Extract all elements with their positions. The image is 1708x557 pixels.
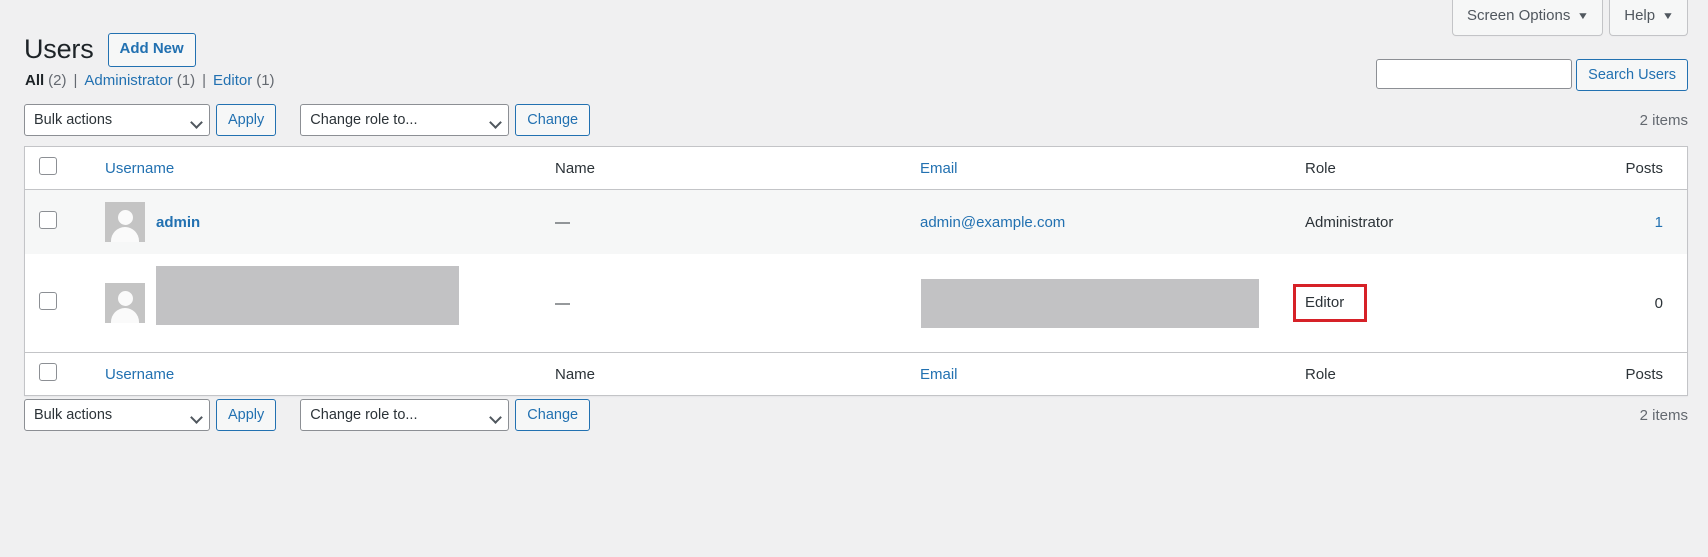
row-select-cell bbox=[25, 254, 95, 352]
select-all-header-bottom bbox=[25, 352, 95, 395]
change-role-select-bottom[interactable]: Change role to... bbox=[300, 399, 510, 431]
row-name-cell: — bbox=[545, 254, 910, 352]
row-username-cell bbox=[95, 254, 545, 352]
chevron-down-icon: ▼ bbox=[1661, 10, 1675, 22]
row-posts-cell: 1 bbox=[1565, 190, 1687, 254]
screen-meta-links: Screen Options ▼ Help ▼ bbox=[1451, 0, 1688, 36]
column-header-name-bottom: Name bbox=[545, 352, 910, 395]
select-all-checkbox-bottom[interactable] bbox=[39, 363, 57, 381]
table-header-row: Username Name Email Role Posts bbox=[25, 147, 1687, 190]
bulk-actions-group-top: Bulk actions Apply bbox=[24, 104, 277, 136]
row-checkbox[interactable] bbox=[39, 211, 57, 229]
search-users-button[interactable]: Search Users bbox=[1576, 59, 1688, 91]
users-table-foot: Username Name Email Role Posts bbox=[25, 352, 1687, 395]
chevron-down-icon: ▼ bbox=[1577, 10, 1590, 22]
change-role-button-bottom[interactable]: Change bbox=[515, 399, 591, 431]
row-role-cell: Editor bbox=[1293, 254, 1565, 352]
select-all-checkbox-top[interactable] bbox=[39, 157, 57, 175]
column-header-role-bottom: Role bbox=[1295, 352, 1565, 395]
users-table-head: Username Name Email Role Posts bbox=[25, 147, 1687, 190]
user-identity bbox=[105, 266, 535, 325]
role-filter-links: All (2) | Administrator (1) | Editor (1) bbox=[25, 72, 275, 89]
apply-button-top[interactable]: Apply bbox=[216, 104, 277, 136]
avatar bbox=[105, 202, 145, 242]
column-header-role-top: Role bbox=[1295, 147, 1565, 190]
tablenav-bottom: Bulk actions Apply Change role to... Cha… bbox=[24, 399, 1688, 431]
users-table: Username Name Email Role Posts admin — a… bbox=[24, 146, 1688, 396]
row-checkbox[interactable] bbox=[39, 292, 57, 310]
column-header-name-top: Name bbox=[545, 147, 910, 190]
filter-separator: | bbox=[73, 72, 78, 89]
avatar-head-shape bbox=[117, 291, 133, 306]
filter-editor-link[interactable]: Editor bbox=[213, 72, 252, 89]
column-header-username-bottom[interactable]: Username bbox=[95, 352, 545, 395]
table-row: — Editor 0 bbox=[25, 254, 1687, 352]
change-role-group-bottom: Change role to... Change bbox=[300, 399, 591, 431]
email-link[interactable]: admin@example.com bbox=[920, 214, 1065, 231]
bulk-actions-select-wrap-bottom: Bulk actions bbox=[24, 399, 210, 431]
row-username-cell: admin bbox=[95, 190, 545, 254]
column-header-username-top[interactable]: Username bbox=[95, 147, 545, 190]
select-all-header-top bbox=[25, 147, 95, 190]
displaying-num-top: 2 items bbox=[1639, 111, 1688, 129]
search-input[interactable] bbox=[1376, 59, 1573, 89]
row-posts-cell: 0 bbox=[1565, 254, 1687, 352]
table-footer-row: Username Name Email Role Posts bbox=[25, 352, 1687, 395]
change-role-group-top: Change role to... Change bbox=[300, 104, 591, 136]
avatar bbox=[105, 283, 145, 323]
avatar-body-shape bbox=[111, 227, 139, 242]
help-button[interactable]: Help ▼ bbox=[1609, 0, 1688, 36]
row-email-cell bbox=[910, 254, 1295, 352]
row-select-cell bbox=[25, 190, 95, 254]
avatar-body-shape bbox=[111, 308, 139, 323]
help-label: Help bbox=[1624, 7, 1656, 24]
search-box: Search Users bbox=[1376, 59, 1688, 91]
page-title: Users bbox=[24, 34, 94, 65]
username-link[interactable]: admin bbox=[156, 214, 200, 231]
avatar-head-shape bbox=[117, 210, 133, 225]
column-header-posts-top: Posts bbox=[1565, 147, 1687, 190]
screen-options-button[interactable]: Screen Options ▼ bbox=[1451, 0, 1604, 36]
filter-administrator-count: (1) bbox=[176, 72, 196, 89]
filter-editor-count: (1) bbox=[256, 72, 275, 89]
table-row: admin — admin@example.com Administrator … bbox=[25, 190, 1687, 254]
filter-all-link[interactable]: All bbox=[25, 72, 44, 89]
row-role-cell: Administrator bbox=[1295, 190, 1565, 254]
column-header-email-bottom[interactable]: Email bbox=[910, 352, 1295, 395]
redacted-username-block bbox=[156, 266, 459, 325]
role-highlight-box: Editor bbox=[1293, 284, 1368, 322]
bulk-actions-select-top[interactable]: Bulk actions bbox=[24, 104, 210, 136]
column-header-email-top[interactable]: Email bbox=[910, 147, 1295, 190]
apply-button-bottom[interactable]: Apply bbox=[216, 399, 277, 431]
filter-administrator-link[interactable]: Administrator bbox=[84, 72, 172, 89]
column-header-posts-bottom: Posts bbox=[1565, 352, 1687, 395]
bulk-actions-select-bottom[interactable]: Bulk actions bbox=[24, 399, 210, 431]
filter-all-count: (2) bbox=[48, 72, 67, 89]
change-role-select-top[interactable]: Change role to... bbox=[300, 104, 510, 136]
change-role-button-top[interactable]: Change bbox=[515, 104, 591, 136]
posts-count-link[interactable]: 1 bbox=[1655, 214, 1663, 231]
bulk-actions-group-bottom: Bulk actions Apply bbox=[24, 399, 277, 431]
row-email-cell: admin@example.com bbox=[910, 190, 1295, 254]
bulk-actions-select-wrap-top: Bulk actions bbox=[24, 104, 210, 136]
change-role-select-wrap-top: Change role to... bbox=[300, 104, 510, 136]
displaying-num-bottom: 2 items bbox=[1639, 406, 1688, 424]
change-role-select-wrap-bottom: Change role to... bbox=[300, 399, 510, 431]
screen-options-label: Screen Options bbox=[1466, 7, 1571, 24]
tablenav-top: Bulk actions Apply Change role to... Cha… bbox=[24, 104, 1688, 136]
users-table-body: admin — admin@example.com Administrator … bbox=[25, 190, 1687, 352]
filter-separator: | bbox=[202, 72, 207, 89]
redacted-email-block bbox=[921, 278, 1259, 328]
user-identity: admin bbox=[105, 202, 535, 242]
row-name-cell: — bbox=[545, 190, 910, 254]
add-new-user-button[interactable]: Add New bbox=[107, 32, 196, 67]
